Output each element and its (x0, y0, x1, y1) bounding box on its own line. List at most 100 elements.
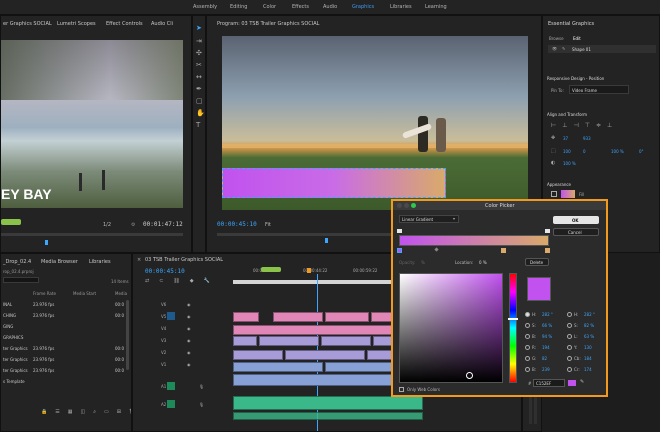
ok-button[interactable]: OK (553, 216, 599, 224)
eye-icon[interactable]: ◉ (187, 362, 191, 367)
color-stop-right[interactable] (545, 248, 550, 253)
close-icon[interactable]: × (137, 257, 141, 263)
new-bin-icon[interactable]: ▭ (104, 409, 109, 415)
fill-swatch[interactable] (561, 190, 575, 198)
color-field-value[interactable]: 239 (542, 367, 550, 372)
fill-checkbox[interactable] (551, 191, 557, 197)
location-value[interactable]: 0 % (479, 260, 487, 265)
color-field-value[interactable]: 282 ° (542, 312, 553, 317)
program-zoom[interactable]: Fit (265, 222, 271, 228)
color-stop-mid[interactable] (501, 248, 506, 253)
color-stop-left[interactable] (397, 248, 402, 253)
color-field-value[interactable]: 66 % (542, 323, 552, 328)
clip[interactable] (321, 336, 371, 346)
color-field-value[interactable]: 82 (542, 356, 547, 361)
workspace-effects[interactable]: Effects (292, 4, 309, 10)
pen-tool-icon[interactable]: ✒ (196, 85, 202, 93)
settings-icon[interactable]: 🔧 (204, 278, 210, 284)
project-scrollbar[interactable] (126, 300, 129, 370)
pin-dropdown[interactable]: Video Frame (569, 85, 629, 94)
color-field-value[interactable]: 94 % (542, 334, 552, 339)
color-mode-radio[interactable] (525, 345, 530, 350)
workspace-libraries[interactable]: Libraries (390, 4, 412, 10)
align-center-icon[interactable]: ⊥ (562, 122, 567, 129)
hue-slider-handle[interactable] (508, 318, 518, 320)
align-middle-icon[interactable]: ≑ (596, 122, 601, 129)
color-field-value[interactable]: 130 (584, 345, 592, 350)
column-media[interactable]: Media (115, 291, 127, 296)
cancel-button[interactable]: Cancel (553, 228, 599, 236)
list-item[interactable]: ter Graphics 23.976 fps 00:0 (1, 366, 131, 376)
icon-view-icon[interactable]: ▦ (68, 409, 73, 415)
color-mode-radio[interactable] (567, 323, 572, 328)
eye-icon[interactable]: 👁 (552, 46, 557, 51)
mic-icon[interactable]: 🎙 (199, 384, 204, 389)
source-scrubber[interactable] (1, 233, 183, 236)
lock-icon[interactable]: 🔒 (41, 409, 47, 415)
nest-icon[interactable]: ⇄ (145, 278, 149, 284)
hex-input[interactable]: C152EF (533, 379, 565, 387)
color-mode-radio[interactable] (525, 323, 530, 328)
audio-clip[interactable] (233, 412, 423, 420)
track-target-v5[interactable] (167, 312, 175, 320)
source-playhead[interactable] (45, 240, 48, 245)
color-field-value[interactable]: 82 % (584, 323, 594, 328)
linked-selection-icon[interactable]: ⛓ (173, 278, 179, 284)
clip[interactable] (233, 362, 323, 372)
tab-source[interactable]: er Graphics SOCIAL (3, 21, 52, 27)
eye-icon[interactable]: ◉ (187, 350, 191, 355)
workspace-audio[interactable]: Audio (323, 4, 337, 10)
in-marker[interactable] (1, 219, 21, 225)
color-mode-radio[interactable] (567, 334, 572, 339)
scale-pct[interactable]: 100 % (611, 149, 624, 154)
align-bottom-icon[interactable]: ⊥ (607, 122, 612, 129)
color-field-value[interactable]: 194 (542, 345, 550, 350)
color-mode-radio[interactable] (525, 334, 530, 339)
list-view-icon[interactable]: ☰ (55, 409, 59, 415)
timeline-marker-green[interactable] (261, 267, 281, 272)
workspace-assembly[interactable]: Assembly (193, 4, 217, 10)
slip-tool-icon[interactable]: ↔ (196, 73, 202, 81)
color-mode-radio[interactable] (567, 345, 572, 350)
tab-effect-controls[interactable]: Effect Controls (106, 21, 143, 27)
rotation-value[interactable]: 0° (639, 149, 644, 154)
layer-row[interactable]: 👁 ✎ Shape 01 (548, 45, 656, 53)
eye-icon[interactable]: ◉ (187, 326, 191, 331)
scale-b[interactable]: 0 (583, 149, 586, 154)
color-mode-radio[interactable] (525, 367, 530, 372)
clip[interactable] (233, 336, 257, 346)
color-mode-radio[interactable] (567, 312, 572, 317)
audio-clip[interactable] (233, 396, 423, 410)
type-tool-icon[interactable]: T (196, 121, 200, 129)
position-x[interactable]: 37 (563, 136, 568, 141)
source-resolution[interactable]: 1/2 (103, 222, 111, 228)
eye-icon[interactable]: ◉ (187, 302, 191, 307)
color-field-value[interactable]: 63 % (584, 334, 594, 339)
razor-tool-icon[interactable]: ✂ (196, 61, 202, 69)
search-icon[interactable]: ⌕ (93, 409, 96, 415)
align-left-icon[interactable]: ⊢ (551, 122, 556, 129)
clip[interactable] (259, 336, 319, 346)
clip[interactable] (233, 312, 259, 322)
color-mode-radio[interactable] (567, 367, 572, 372)
gradient-bar[interactable] (399, 235, 549, 246)
tab-audio-clip[interactable]: Audio Cli (151, 21, 173, 27)
rectangle-tool-icon[interactable]: ▢ (196, 97, 203, 105)
eye-icon[interactable]: ◉ (187, 338, 191, 343)
color-field-value[interactable]: 174 (584, 367, 592, 372)
close-dot[interactable] (397, 203, 402, 208)
gradient-shape-layer[interactable] (222, 168, 446, 198)
list-item[interactable]: ter Graphics 23.976 fps 00:0 (1, 344, 131, 354)
track-select-tool-icon[interactable]: ⇥ (196, 37, 202, 45)
snap-icon[interactable]: ⊂ (159, 278, 163, 284)
track-target-a2[interactable] (167, 400, 175, 408)
color-field[interactable] (399, 273, 503, 383)
track-target-a1[interactable] (167, 382, 175, 390)
workspace-color[interactable]: Color (263, 4, 276, 10)
eyedropper-icon[interactable]: ✎ (580, 379, 584, 385)
tab-media-browser[interactable]: Media Browser (41, 259, 78, 265)
tab-browse[interactable]: Browse (549, 36, 564, 41)
list-item[interactable]: CHING 23.976 fps 00:0 (1, 311, 131, 321)
mic-icon[interactable]: 🎙 (199, 402, 204, 407)
tab-libraries[interactable]: Libraries (89, 259, 111, 265)
